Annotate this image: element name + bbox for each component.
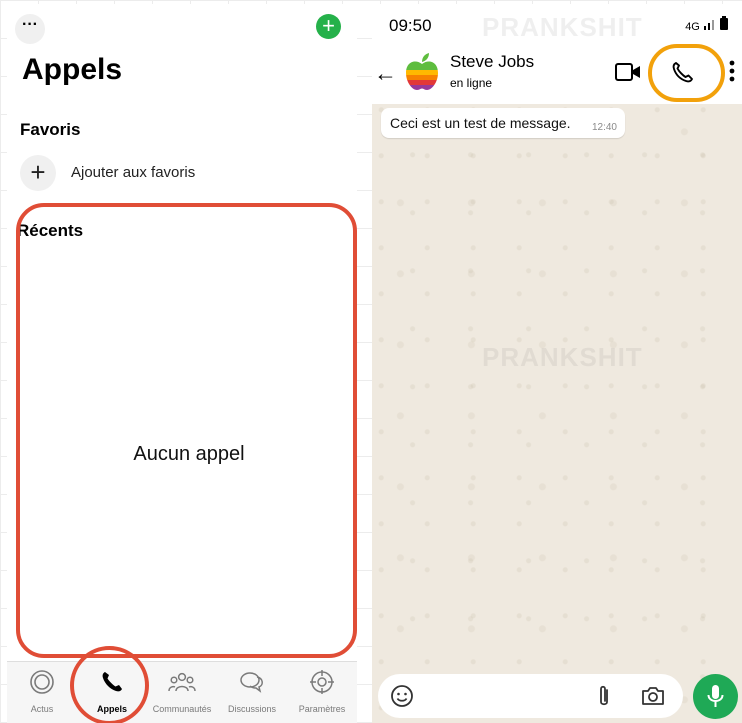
tab-label: Communautés (152, 704, 212, 714)
message-text: Ceci est un test de message. (390, 115, 571, 131)
camera-icon[interactable] (640, 684, 666, 708)
message-bubble[interactable]: Ceci est un test de message. 12:40 (381, 108, 625, 138)
microphone-icon (707, 685, 724, 707)
tab-label: Paramètres (298, 704, 346, 714)
appels-tab-highlight-circle (70, 646, 149, 723)
recents-highlight-box (16, 203, 357, 658)
page-title: Appels (22, 53, 123, 86)
message-composer (378, 674, 683, 718)
message-input[interactable] (426, 686, 576, 706)
tab-communautes[interactable]: Communautés (147, 668, 217, 714)
paperclip-icon[interactable] (592, 684, 616, 710)
watermark: PRANKSHIT (482, 12, 643, 42)
plus-icon: + (20, 155, 56, 191)
message-time: 12:40 (591, 122, 617, 133)
emoji-icon[interactable] (390, 684, 414, 708)
status-icons: 4G (685, 16, 728, 33)
status-time: 09:50 (389, 16, 432, 35)
signal-icon (703, 20, 714, 30)
battery-icon (720, 16, 728, 30)
tab-label: Discussions (227, 704, 276, 714)
add-favorite-label: Ajouter aux favoris (71, 164, 196, 181)
tab-label: Actus (30, 704, 54, 714)
calls-screen: ··· + Appels Favoris + Ajouter aux favor… (7, 4, 357, 723)
communities-icon (168, 672, 196, 692)
add-favorite-row[interactable]: + Ajouter aux favoris (20, 155, 340, 193)
tab-parametres[interactable]: Paramètres (287, 668, 357, 714)
favorites-heading: Favoris (20, 120, 81, 139)
voice-call-highlight (648, 44, 725, 102)
chat-header: 09:50 PRANKSHIT 4G ← Steve Jobs en ligne (372, 4, 742, 104)
new-call-button[interactable]: + (316, 14, 341, 39)
chat-bubbles-icon (240, 672, 263, 693)
network-label: 4G (685, 21, 700, 33)
bottom-tab-bar: Actus Appels Communautés Discussions Par… (7, 661, 357, 723)
watermark: PRANKSHIT (482, 342, 643, 372)
microphone-button[interactable] (693, 674, 738, 719)
more-options-button[interactable]: ··· (15, 14, 45, 44)
contact-name[interactable]: Steve Jobs (450, 52, 534, 72)
more-vertical-icon[interactable] (726, 56, 738, 86)
tab-discussions[interactable]: Discussions (217, 668, 287, 714)
chat-screen: PRANKSHIT 09:50 PRANKSHIT 4G ← Steve Job… (372, 4, 742, 723)
tab-actus[interactable]: Actus (7, 668, 77, 714)
status-icon (30, 670, 54, 694)
contact-status: en ligne (450, 76, 493, 90)
avatar[interactable] (400, 50, 444, 94)
gear-icon (310, 670, 334, 694)
back-arrow-icon[interactable]: ← (374, 60, 397, 87)
video-call-icon[interactable] (614, 61, 642, 83)
